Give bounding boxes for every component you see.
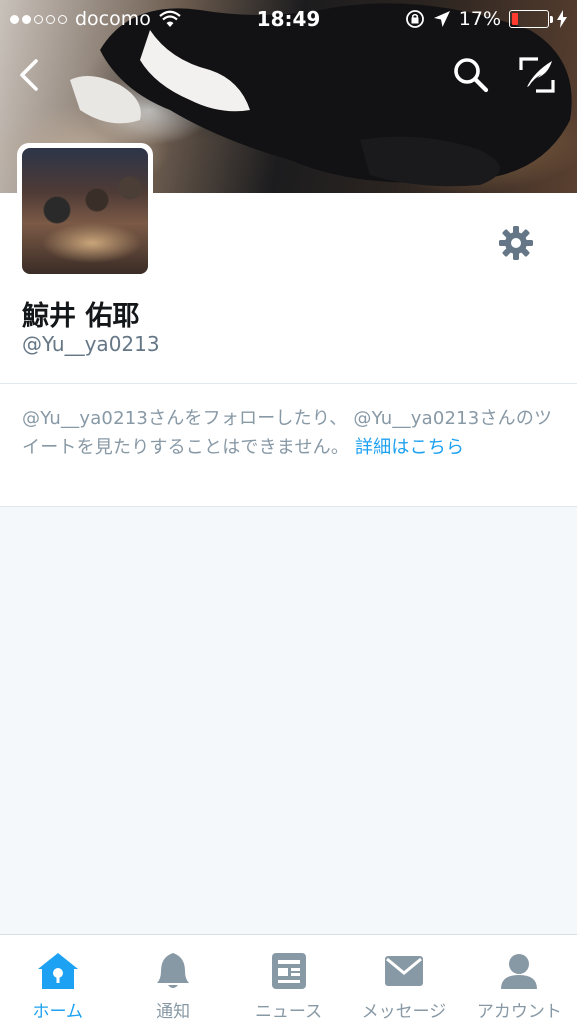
- tab-label: 通知: [156, 1002, 191, 1022]
- person-icon: [501, 954, 538, 989]
- chevron-left-icon: [20, 59, 38, 91]
- home-icon: [37, 953, 78, 989]
- divider: [0, 506, 577, 507]
- battery-icon: [509, 10, 553, 28]
- back-button[interactable]: [6, 53, 50, 97]
- search-icon: [454, 58, 489, 93]
- tab-label: メッセージ: [361, 1002, 447, 1022]
- protected-account-notice: @Yu__ya0213さんをフォローしたり、 @Yu__ya0213さんのツイー…: [0, 384, 577, 506]
- status-bar: docomo 18:49 17%: [0, 0, 577, 38]
- tab-news[interactable]: ニュース: [231, 935, 346, 1024]
- settings-button[interactable]: [493, 220, 539, 266]
- profile-handle: @Yu__ya0213: [22, 332, 160, 356]
- notice-text-block: @Yu__ya0213さんをフォローしたり、 @Yu__ya0213さんのツイー…: [22, 404, 555, 462]
- tab-account[interactable]: アカウント: [462, 935, 577, 1024]
- bell-icon: [157, 953, 190, 988]
- tab-label: アカウント: [476, 1002, 562, 1022]
- tab-home[interactable]: ホーム: [0, 935, 115, 1024]
- compose-tweet-icon: [519, 57, 555, 93]
- tab-label: ニュース: [254, 1002, 323, 1022]
- envelope-icon: [384, 956, 423, 986]
- news-icon: [271, 953, 306, 989]
- tab-messages[interactable]: メッセージ: [346, 935, 461, 1024]
- notice-message: @Yu__ya0213さんをフォローしたり、 @Yu__ya0213さんのツイー…: [22, 408, 553, 458]
- status-time: 18:49: [256, 7, 321, 31]
- tab-notifications[interactable]: 通知: [115, 935, 230, 1024]
- learn-more-link[interactable]: 詳細はこちら: [355, 437, 464, 458]
- profile-display-name: 鯨井 佑耶: [22, 301, 140, 332]
- compose-tweet-button[interactable]: [515, 53, 559, 97]
- avatar-photo: [22, 148, 148, 274]
- avatar[interactable]: [17, 143, 153, 279]
- bottom-tab-bar: ホーム 通知 ニュース メッセージ アカウント: [0, 934, 577, 1024]
- tab-label: ホーム: [32, 1002, 83, 1022]
- gear-icon: [499, 226, 533, 260]
- search-button[interactable]: [449, 53, 493, 97]
